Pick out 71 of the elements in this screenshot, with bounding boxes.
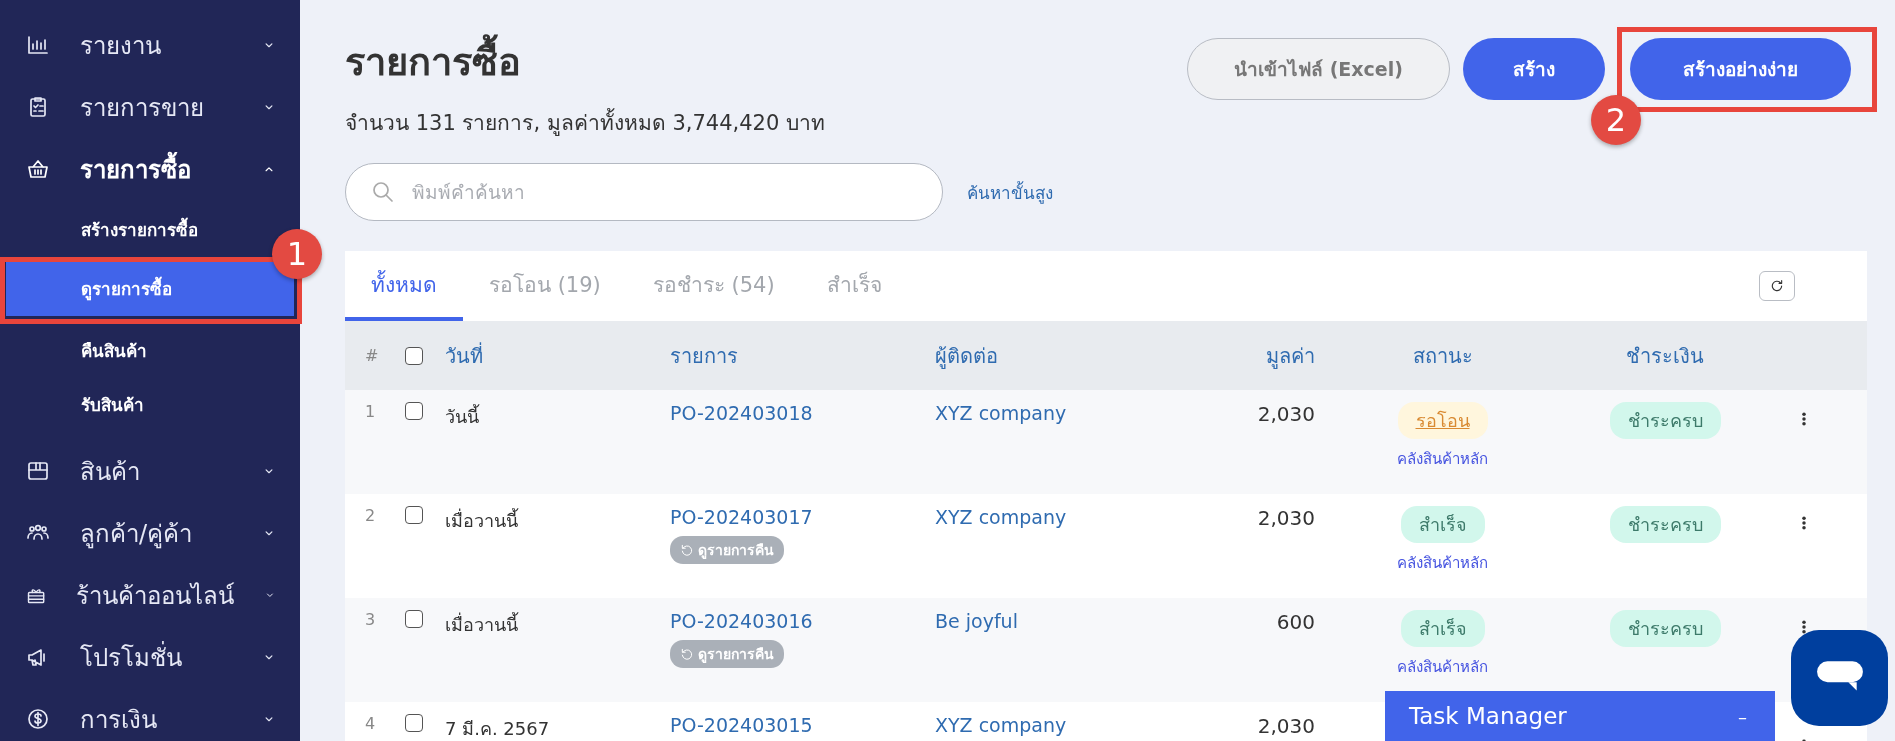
create-button[interactable]: สร้าง <box>1463 38 1605 100</box>
task-manager-bar[interactable]: Task Manager – <box>1385 691 1775 741</box>
column-header: สถานะ <box>1412 343 1473 368</box>
amount-text: 2,030 <box>1257 714 1315 738</box>
amount-text: 600 <box>1276 610 1315 634</box>
summary-text: จำนวน 131 รายการ, มูลค่าทั้งหมด 3,744,420 บาท <box>345 106 825 139</box>
warehouse-text: คลังสินค้าหลัก <box>1397 553 1488 574</box>
sidebar-item[interactable]: รายงาน <box>0 14 300 76</box>
warehouse-text: คลังสินค้าหลัก <box>1397 657 1488 678</box>
row-checkbox[interactable] <box>405 714 423 732</box>
step-number-badge: 1 <box>272 229 322 279</box>
sidebar-item[interactable]: รายการขาย <box>0 76 300 138</box>
sidebar-subitem[interactable]: สร้างรายการซื้อ <box>6 203 264 257</box>
undo-icon <box>680 647 694 661</box>
date-text: 7 มี.ค. 2567 <box>445 718 550 739</box>
column-header: วันที่ <box>445 343 483 368</box>
contact-link[interactable]: XYZ company <box>935 506 1067 528</box>
payment-badge: ชำระครบ <box>1609 402 1721 439</box>
sidebar-subitem[interactable]: รับสินค้า <box>6 378 264 432</box>
sidebar-subitem[interactable]: คืนสินค้า <box>6 324 264 378</box>
undo-icon <box>680 543 694 557</box>
contact-link[interactable]: Be joyful <box>935 610 1018 632</box>
row-checkbox[interactable] <box>405 610 423 628</box>
step-number-badge: 2 <box>1591 95 1641 145</box>
row-checkbox[interactable] <box>405 402 423 420</box>
date-text: วันนี้ <box>445 406 479 427</box>
contact-link[interactable]: XYZ company <box>935 402 1067 424</box>
search-icon <box>371 180 395 204</box>
payment-badge: ชำระครบ <box>1609 610 1721 647</box>
row-checkbox[interactable] <box>405 506 423 524</box>
column-header: ผู้ติดต่อ <box>935 343 998 368</box>
status-badge: สำเร็จ <box>1400 506 1485 543</box>
refresh-icon <box>1769 278 1785 294</box>
order-link[interactable]: PO-202403015 <box>670 714 813 736</box>
sidebar-item[interactable]: ร้านค้าออนไลน์ <box>0 564 300 626</box>
row-number: 2 <box>365 506 377 527</box>
sidebar-item[interactable]: สินค้า <box>0 440 300 502</box>
search-field[interactable]: พิมพ์คำค้นหา <box>345 163 943 221</box>
row-number: 1 <box>365 402 377 423</box>
sidebar-item[interactable]: ลูกค้า/คู่ค้า <box>0 502 300 564</box>
box-icon <box>26 459 50 483</box>
order-link[interactable]: PO-202403017 <box>670 506 813 528</box>
import-button[interactable]: นำเข้าไฟล์ (Excel) <box>1187 38 1450 100</box>
refresh-button[interactable] <box>1759 271 1795 301</box>
date-text: เมื่อวานนี้ <box>445 614 518 635</box>
order-link[interactable]: PO-202403018 <box>670 402 813 424</box>
row-number: 3 <box>365 610 377 631</box>
payment-badge: ชำระครบ <box>1609 506 1721 543</box>
date-text: เมื่อวานนี้ <box>445 510 518 531</box>
row-number: 4 <box>365 714 377 735</box>
warehouse-text: คลังสินค้าหลัก <box>1397 449 1488 470</box>
bar-chart-icon <box>26 33 50 57</box>
amount-text: 2,030 <box>1257 402 1315 426</box>
sidebar-item[interactable]: รายการซื้อ <box>0 138 300 200</box>
sidebar-item[interactable]: โปรโมชั่น <box>0 626 300 688</box>
minimize-button[interactable]: – <box>1738 705 1747 727</box>
sidebar-item[interactable]: การเงิน <box>0 688 300 741</box>
column-header: รายการ <box>670 343 738 368</box>
order-link[interactable]: PO-202403016 <box>670 610 813 632</box>
column-header: # <box>365 346 380 365</box>
dollar-circle-icon <box>26 707 50 731</box>
contact-link[interactable]: XYZ company <box>935 714 1067 736</box>
create-button[interactable]: สร้างอย่างง่าย <box>1630 38 1851 100</box>
amount-text: 2,030 <box>1257 506 1315 530</box>
select-all-checkbox[interactable] <box>405 346 423 365</box>
column-header: ชำระเงิน <box>1626 343 1704 368</box>
basket-icon <box>26 157 50 181</box>
column-header: มูลค่า <box>1266 343 1315 368</box>
advanced-search-link[interactable]: ค้นหาขั้นสูง <box>967 178 1053 206</box>
status-badge: สำเร็จ <box>1400 610 1485 647</box>
chat-button[interactable] <box>1791 630 1888 726</box>
